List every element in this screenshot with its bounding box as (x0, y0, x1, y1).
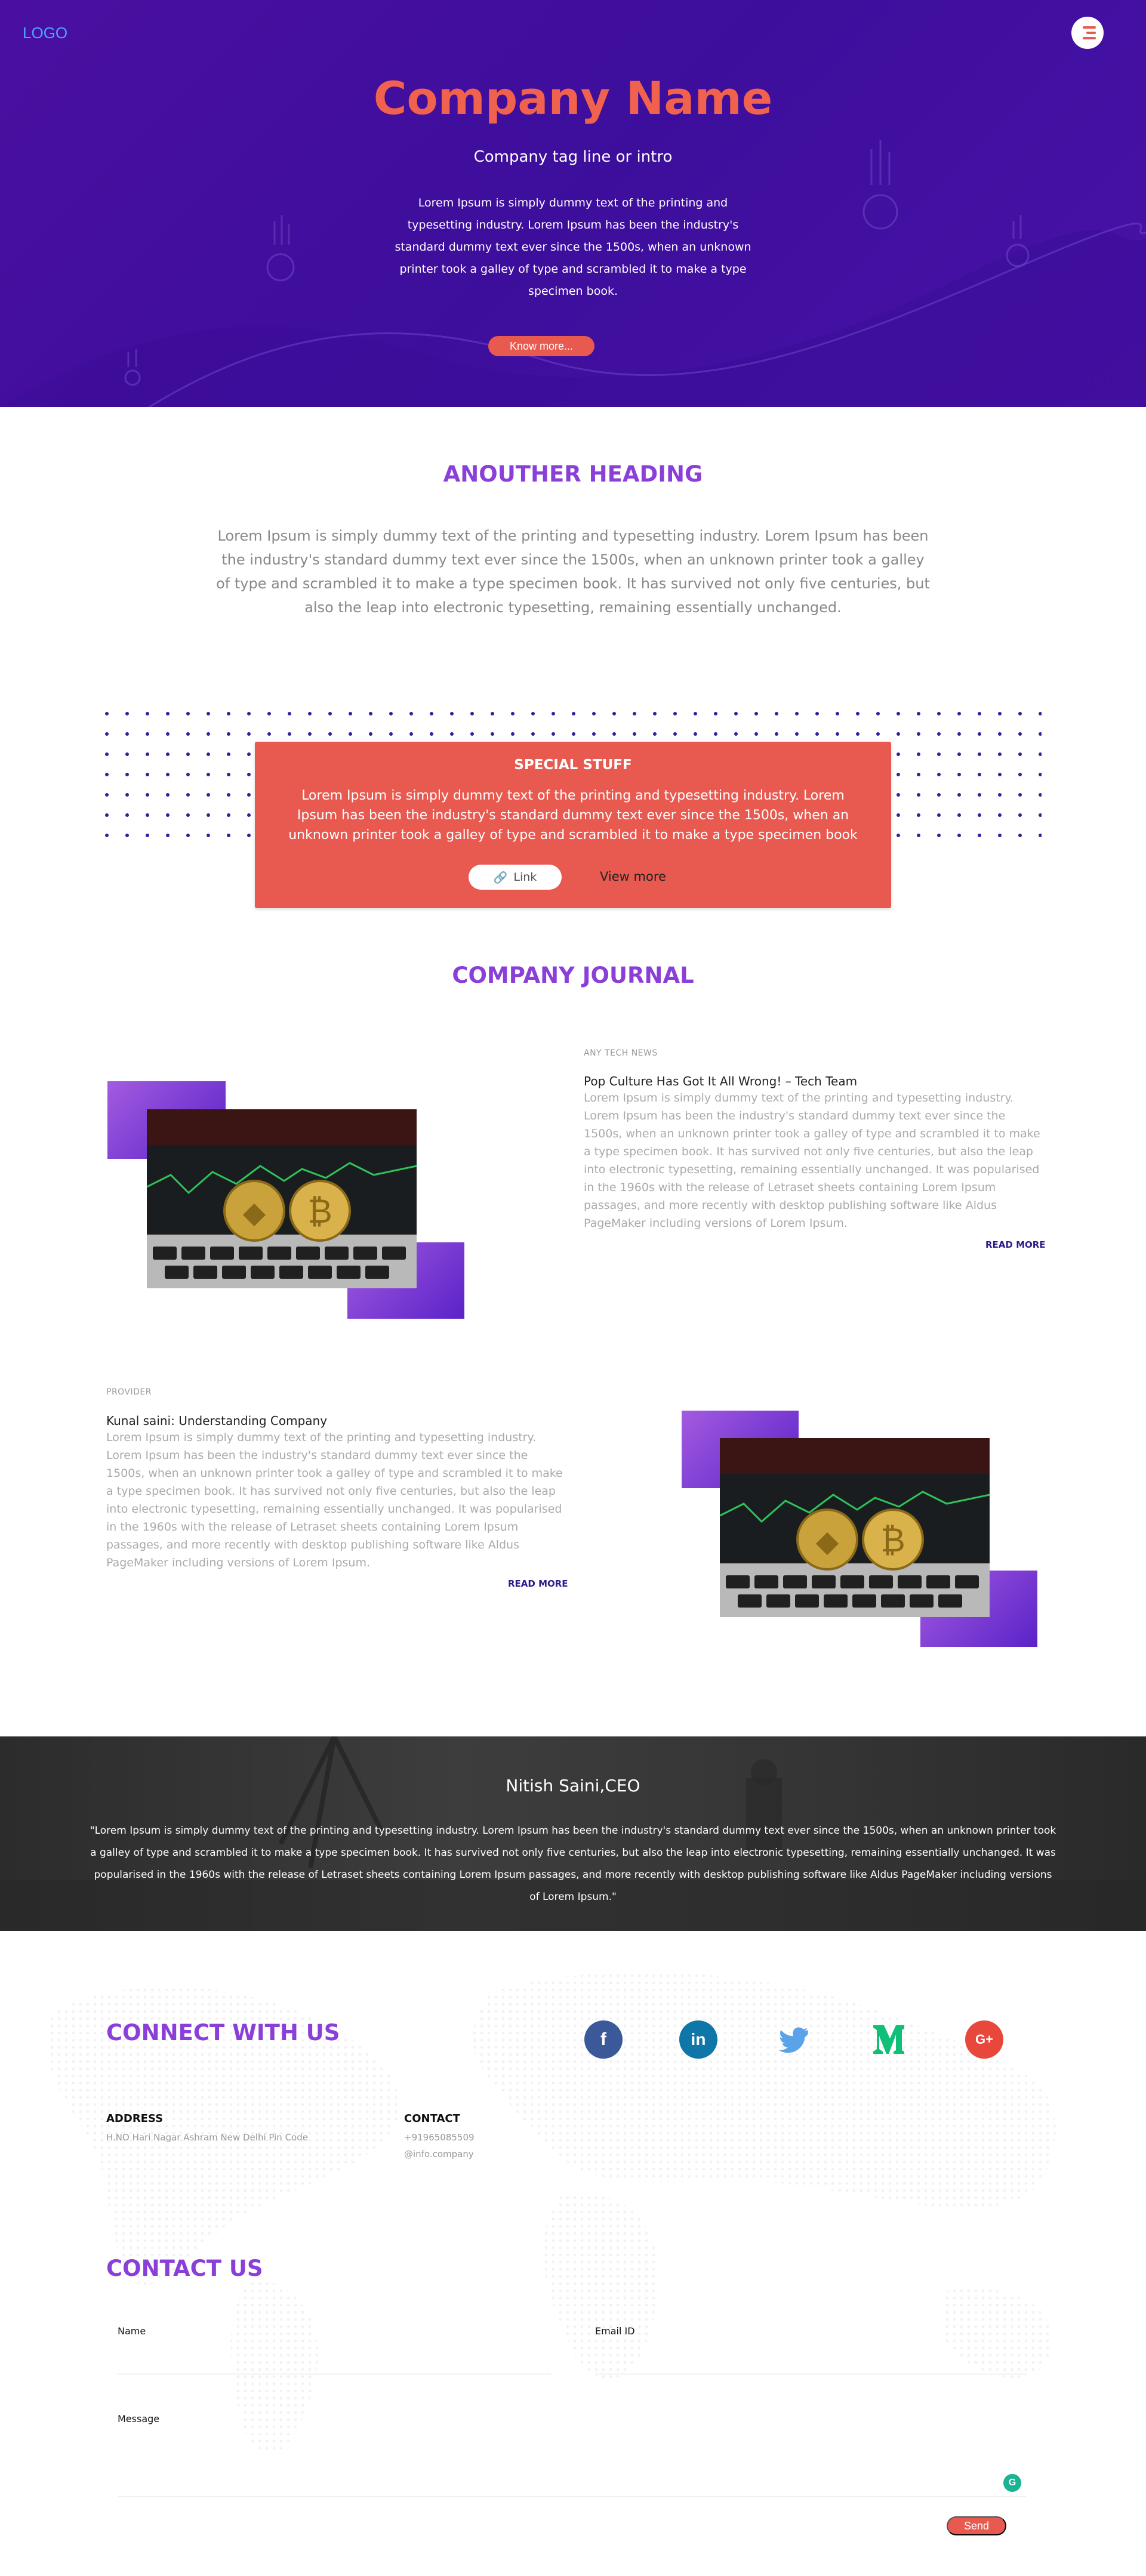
article-body: Lorem Ipsum is simply dummy text of the … (584, 1091, 1040, 1230)
read-more-link[interactable]: READ MORE (985, 1239, 1046, 1250)
name-label: Name (118, 2325, 146, 2337)
article-title[interactable]: Kunal saini: Understanding Company (106, 1414, 327, 1428)
menu-icon (1083, 26, 1096, 29)
ceo-name: Nitish Saini,CEO (506, 1776, 640, 1796)
link-icon: 🔗 (493, 871, 508, 884)
hero-section: LOGO Company Name Company tag line or in… (0, 0, 1146, 407)
contact-label: CONTACT (404, 2112, 460, 2125)
facebook-icon[interactable]: f (584, 2020, 623, 2059)
contact-heading: CONTACT US (106, 2256, 263, 2281)
article-image: ₿ ◆ (682, 1411, 1040, 1649)
menu-icon-bar (1083, 37, 1096, 39)
another-text: Lorem Ipsum is simply dummy text of the … (216, 527, 930, 616)
read-more-link[interactable]: READ MORE (508, 1578, 568, 1589)
view-more-link[interactable]: View more (600, 869, 666, 884)
article-body: Lorem Ipsum is simply dummy text of the … (106, 1431, 563, 1569)
know-more-button[interactable]: Know more... (488, 336, 594, 356)
grammar-assistant-icon[interactable]: G (1003, 2474, 1021, 2492)
svg-text:₿: ₿ (307, 1192, 332, 1231)
bitcoin-photo: ₿ ◆ (720, 1438, 990, 1617)
tagline: Company tag line or intro (473, 148, 673, 166)
medium-icon[interactable] (870, 2020, 908, 2059)
twitter-icon[interactable] (775, 2020, 813, 2059)
svg-text:◆: ◆ (816, 1524, 839, 1559)
article-category: ANY TECH NEWS (584, 1048, 658, 1058)
ceo-testimonial: Nitish Saini,CEO "Lorem Ipsum is simply … (0, 1736, 1146, 1931)
send-button[interactable]: Send (947, 2516, 1006, 2535)
special-text: Lorem Ipsum is simply dummy text of the … (288, 788, 858, 843)
special-title: SPECIAL STUFF (514, 757, 632, 773)
svg-text:◆: ◆ (243, 1195, 266, 1230)
svg-text:₿: ₿ (880, 1521, 905, 1560)
twitter-bird (778, 2027, 808, 2053)
phone-value[interactable]: +91965085509 (404, 2129, 475, 2146)
email-label: Email ID (595, 2325, 635, 2337)
link-button[interactable]: 🔗 Link (469, 865, 562, 890)
article-title[interactable]: Pop Culture Has Got It All Wrong! – Tech… (584, 1074, 857, 1088)
menu-button[interactable] (1071, 17, 1104, 49)
company-name: Company Name (373, 72, 773, 125)
medium-mark (873, 2025, 904, 2054)
message-label: Message (118, 2413, 160, 2424)
bitcoin-photo: ₿ ◆ (147, 1109, 417, 1288)
connect-heading: CONNECT WITH US (106, 2020, 340, 2046)
another-heading: ANOUTHER HEADING (443, 461, 703, 487)
article-category: PROVIDER (106, 1387, 152, 1397)
logo[interactable]: LOGO (23, 24, 67, 42)
menu-icon-bar (1086, 32, 1096, 34)
journal-heading: COMPANY JOURNAL (452, 962, 694, 988)
linkedin-icon[interactable]: in (679, 2020, 717, 2059)
link-label: Link (513, 871, 537, 884)
email-value[interactable]: @info.company (404, 2146, 474, 2162)
google-plus-icon[interactable]: G+ (965, 2020, 1003, 2059)
ceo-quote: "Lorem Ipsum is simply dummy text of the… (90, 1825, 1056, 1903)
address-label: ADDRESS (106, 2112, 164, 2125)
special-card: SPECIAL STUFF Lorem Ipsum is simply dumm… (255, 742, 891, 908)
article-image: ₿ ◆ (107, 1081, 466, 1320)
address-value: H.NO Hari Nagar Ashram New Delhi Pin Cod… (106, 2132, 308, 2143)
hero-intro-text: Lorem Ipsum is simply dummy text of the … (395, 196, 751, 298)
